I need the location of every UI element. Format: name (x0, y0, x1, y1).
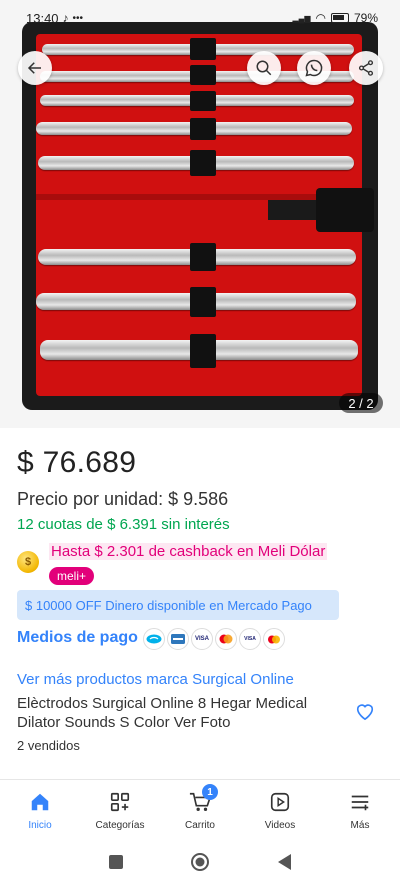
product-image-band (190, 118, 216, 140)
home-icon (31, 793, 49, 811)
search-button[interactable] (247, 51, 281, 85)
product-image-strap (316, 188, 374, 232)
search-icon (256, 60, 272, 76)
meli-dollar-coin-icon: $ (17, 551, 39, 573)
product-image-band (190, 150, 216, 176)
heart-icon (356, 704, 374, 721)
status-time: 13:40 (26, 10, 59, 26)
signal-icon: ▂▄▆ (292, 13, 311, 23)
cashback-info: Hasta $ 2.301 de cashback en Meli Dólar (49, 543, 328, 560)
menu-icon (351, 795, 369, 811)
payment-methods-link[interactable]: Medios de pago (17, 629, 138, 647)
play-icon (270, 792, 290, 812)
system-back-icon (278, 853, 291, 870)
bottom-navigation: Inicio Categorías 1 Carrito Videos Más (0, 779, 400, 839)
product-title: Elèctrodos Surgical Online 8 Hegar Medic… (17, 695, 308, 731)
payment-methods-icons[interactable]: VISA VISA (143, 628, 285, 650)
whatsapp-share-button[interactable] (297, 51, 331, 85)
arrow-left-icon (27, 62, 41, 74)
system-home-icon (191, 852, 209, 871)
home-button[interactable] (190, 852, 210, 877)
status-bar: 13:40 ♪ ••• ▂▄▆ ◠ 79% (0, 0, 400, 36)
product-image-band (190, 243, 216, 271)
mercado-pago-banner[interactable]: $ 10000 OFF Dinero disponible en Mercado… (17, 590, 339, 620)
visa-icon: VISA (191, 628, 213, 650)
nav-label: Carrito (184, 820, 215, 831)
whatsapp-icon (305, 59, 323, 77)
mastercard-icon (215, 628, 237, 650)
recents-button[interactable] (108, 854, 124, 875)
maestro-icon (263, 628, 285, 650)
visa-debit-icon: VISA (239, 628, 261, 650)
product-image-band (190, 334, 216, 368)
cart-count-badge: 1 (202, 784, 218, 800)
unit-price: Precio por unidad: $ 9.586 (17, 489, 229, 509)
share-button[interactable] (349, 51, 383, 85)
nav-label: Más (350, 820, 370, 831)
share-icon (358, 60, 374, 76)
nav-item-home[interactable]: Inicio (0, 780, 80, 839)
product-image-band (190, 91, 216, 111)
back-button[interactable] (18, 51, 52, 85)
sold-count: 2 vendidos (17, 738, 80, 753)
nav-item-cart[interactable]: 1 Carrito (160, 780, 240, 839)
product-image-band (190, 65, 216, 85)
app-root: 2 / 2 13:40 ♪ ••• ▂▄▆ ◠ 79% $ 76.689 Pre… (0, 0, 400, 889)
more-notifications-icon: ••• (72, 12, 84, 24)
nav-label: Videos (264, 820, 296, 831)
meli-plus-badge: meli+ (49, 567, 95, 585)
amex-icon (167, 628, 189, 650)
nav-label: Inicio (28, 820, 52, 831)
system-navigation-bar (0, 839, 400, 889)
recents-icon (109, 854, 123, 869)
nav-label: Categorías (95, 820, 145, 831)
product-price: $ 76.689 (17, 446, 137, 479)
back-system-button[interactable] (276, 853, 292, 876)
nav-item-videos[interactable]: Videos (240, 780, 320, 839)
nav-item-categories[interactable]: Categorías (80, 780, 160, 839)
product-image-band (190, 287, 216, 317)
nav-item-more[interactable]: Más (320, 780, 400, 839)
battery-icon (330, 13, 349, 23)
battery-percent: 79% (353, 11, 378, 25)
favorite-button[interactable] (352, 699, 378, 723)
categories-icon (110, 792, 130, 812)
product-image-gallery[interactable]: 2 / 2 (0, 0, 400, 428)
installments-info: 12 cuotas de $ 6.391 sin interés (17, 516, 230, 533)
product-image-strap (268, 200, 320, 220)
mercado-pago-icon (143, 628, 165, 650)
tiktok-notification-icon: ♪ (62, 11, 69, 25)
wifi-icon: ◠ (315, 11, 326, 25)
brand-products-link[interactable]: Ver más productos marca Surgical Online (17, 671, 294, 688)
image-page-indicator: 2 / 2 (339, 393, 383, 413)
product-image-band (190, 38, 216, 60)
